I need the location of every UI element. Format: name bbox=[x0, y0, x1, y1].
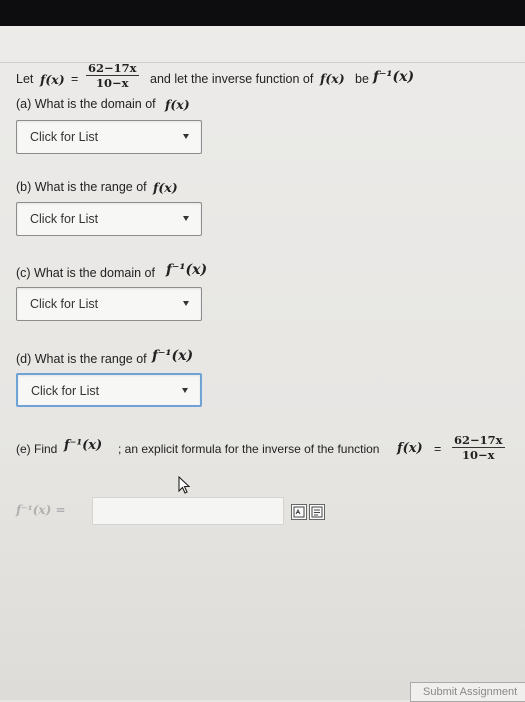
preview-icon[interactable] bbox=[309, 504, 325, 520]
select-label: Click for List bbox=[30, 212, 99, 226]
fraction-denominator: 10−x bbox=[96, 76, 129, 90]
question-e-expr: f⁻¹(x) bbox=[64, 438, 103, 453]
question-b: (b) What is the range of bbox=[16, 180, 147, 194]
question-d-expr: f⁻¹(x) bbox=[152, 348, 194, 364]
submit-label: Submit Assignment bbox=[423, 686, 518, 698]
equals-sign: = bbox=[71, 72, 79, 86]
range-finverse-select[interactable]: Click for List bbox=[16, 373, 202, 407]
domain-f-select[interactable]: Click for List bbox=[16, 120, 202, 154]
inverse-formula-input[interactable] bbox=[92, 497, 284, 525]
question-a: (a) What is the domain of bbox=[16, 97, 156, 111]
question-d: (d) What is the range of bbox=[16, 352, 147, 366]
f-of-x-expr: f(x) bbox=[40, 72, 65, 87]
fraction-denominator: 10−x bbox=[462, 448, 495, 462]
header-fraction: 62−17x 10−x bbox=[86, 61, 139, 90]
select-label: Click for List bbox=[31, 384, 100, 398]
question-e-middle: ; an explicit formula for the inverse of… bbox=[118, 442, 380, 456]
question-c: (c) What is the domain of bbox=[16, 266, 155, 280]
select-label: Click for List bbox=[30, 130, 99, 144]
dropdown-caret-icon bbox=[182, 388, 188, 393]
header-mid-text: and let the inverse function of bbox=[150, 72, 314, 86]
question-e-fraction: 62−17x 10−x bbox=[452, 433, 505, 462]
question-e-f-of-x: f(x) bbox=[397, 441, 423, 456]
question-b-expr: f(x) bbox=[153, 180, 178, 195]
fraction-numerator: 62−17x bbox=[86, 61, 139, 76]
submit-assignment-button[interactable]: Submit Assignment bbox=[410, 682, 525, 702]
domain-finverse-select[interactable]: Click for List bbox=[16, 287, 202, 321]
be-label: be bbox=[355, 72, 369, 86]
question-a-expr: f(x) bbox=[165, 97, 190, 112]
dropdown-caret-icon bbox=[183, 216, 189, 221]
select-label: Click for List bbox=[30, 297, 99, 311]
question-e-prefix: (e) Find bbox=[16, 442, 58, 456]
answer-label: f⁻¹(x) = bbox=[16, 503, 66, 517]
question-e-equals: = bbox=[434, 442, 442, 456]
header-divider bbox=[0, 62, 525, 63]
fraction-numerator: 62−17x bbox=[452, 433, 505, 448]
cursor-arrow-icon bbox=[178, 476, 191, 494]
top-dark-bar bbox=[0, 0, 525, 26]
dropdown-caret-icon bbox=[183, 134, 189, 139]
f-inverse-expr: f⁻¹(x) bbox=[373, 69, 415, 85]
let-label: Let bbox=[16, 72, 34, 86]
dropdown-caret-icon bbox=[183, 301, 189, 306]
formula-editor-icon[interactable] bbox=[291, 504, 307, 520]
f-of-x-expr-2: f(x) bbox=[320, 71, 345, 86]
question-c-expr: f⁻¹(x) bbox=[166, 262, 208, 278]
range-f-select[interactable]: Click for List bbox=[16, 202, 202, 236]
